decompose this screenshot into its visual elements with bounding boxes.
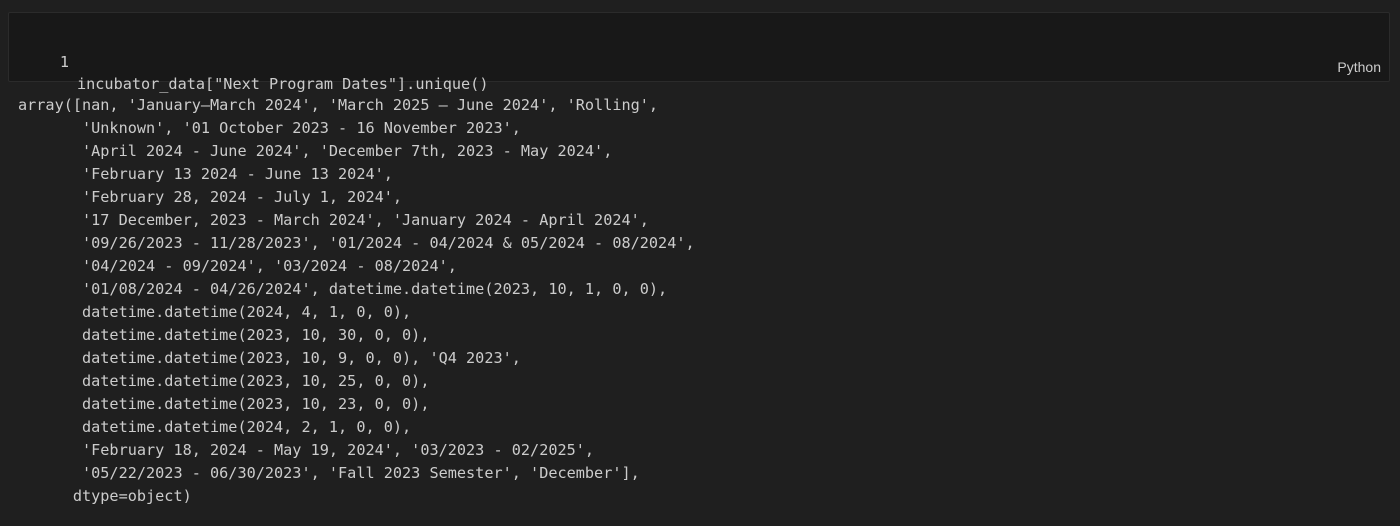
- output-line: dtype=object): [18, 487, 192, 505]
- language-label[interactable]: Python: [1337, 59, 1381, 75]
- output-line: 'February 18, 2024 - May 19, 2024', '03/…: [18, 441, 595, 459]
- code-text[interactable]: incubator_data["Next Program Dates"].uni…: [77, 73, 488, 95]
- output-line: '05/22/2023 - 06/30/2023', 'Fall 2023 Se…: [18, 464, 640, 482]
- output-line: datetime.datetime(2023, 10, 30, 0, 0),: [18, 326, 430, 344]
- output-line: 'April 2024 - June 2024', 'December 7th,…: [18, 142, 613, 160]
- output-line: datetime.datetime(2024, 4, 1, 0, 0),: [18, 303, 412, 321]
- output-line: 'Unknown', '01 October 2023 - 16 Novembe…: [18, 119, 521, 137]
- output-line: datetime.datetime(2024, 2, 1, 0, 0),: [18, 418, 412, 436]
- cell-output: array([nan, 'January–March 2024', 'March…: [18, 94, 695, 526]
- line-number: 1: [59, 53, 69, 71]
- code-line[interactable]: 1 incubator_data["Next Program Dates"].u…: [9, 29, 489, 93]
- output-line: '04/2024 - 09/2024', '03/2024 - 08/2024'…: [18, 257, 457, 275]
- output-line: datetime.datetime(2023, 10, 25, 0, 0),: [18, 372, 430, 390]
- output-line: '17 December, 2023 - March 2024', 'Janua…: [18, 211, 649, 229]
- output-line: 'February 28, 2024 - July 1, 2024',: [18, 188, 403, 206]
- output-line: '09/26/2023 - 11/28/2023', '01/2024 - 04…: [18, 234, 695, 252]
- code-cell[interactable]: 1 incubator_data["Next Program Dates"].u…: [8, 12, 1390, 93]
- output-line: '01/08/2024 - 04/26/2024', datetime.date…: [18, 280, 668, 298]
- output-line: datetime.datetime(2023, 10, 9, 0, 0), 'Q…: [18, 349, 521, 367]
- output-line: array([nan, 'January–March 2024', 'March…: [18, 96, 659, 114]
- output-line: 'February 13 2024 - June 13 2024',: [18, 165, 393, 183]
- output-line: datetime.datetime(2023, 10, 23, 0, 0),: [18, 395, 430, 413]
